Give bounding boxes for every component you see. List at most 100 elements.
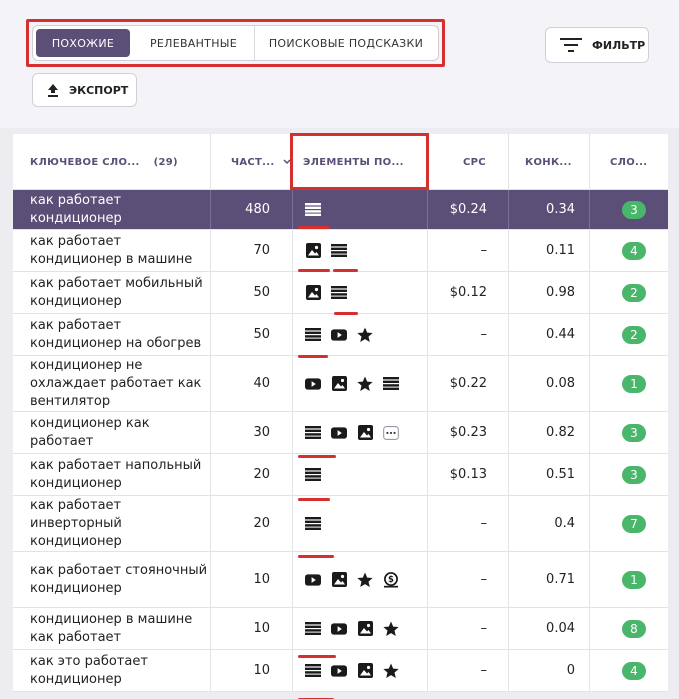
features-cell [305,272,435,313]
image-icon [331,572,347,588]
volume-cell: 30 [253,425,270,440]
column-competition-label: КОНК... [525,156,572,168]
features-cell [305,190,435,229]
difficulty-cell: 1 [616,552,652,607]
difficulty-badge: 3 [622,465,646,484]
table-row[interactable]: как работает кондиционер 480 $0.24 0.34 3 [13,190,668,230]
highlight-underline [334,312,358,315]
volume-cell: 10 [253,572,270,587]
table-row[interactable]: как это работает кондиционер 10 – 0 4 [13,650,668,692]
difficulty-badge: 4 [622,661,646,680]
list-icon [383,376,399,392]
list-icon [331,285,347,301]
video-icon [331,425,347,441]
keyword-cell: как работает кондиционер в машине [30,233,193,267]
list-icon [305,516,321,532]
column-difficulty[interactable]: СЛО... [610,134,647,190]
highlight-underline [298,455,336,458]
column-competition[interactable]: КОНК... [525,134,572,190]
image-icon [305,243,321,259]
difficulty-badge: 8 [622,619,646,638]
tab-group: ПОХОЖИЕ РЕЛЕВАНТНЫЕ ПОИСКОВЫЕ ПОДСКАЗКИ [32,25,439,61]
list-icon [305,467,321,483]
volume-cell: 10 [253,621,270,636]
cpc-cell: $0.13 [449,467,487,482]
highlight-underline [298,355,328,358]
difficulty-cell: 2 [616,314,652,355]
difficulty-badge: 4 [622,241,646,260]
table-row[interactable]: как работает кондиционер на обогрев 50 – 0.… [13,314,668,356]
competition-cell: 0.11 [546,243,575,258]
image-icon [305,285,321,301]
tab-similar[interactable]: ПОХОЖИЕ [36,29,130,57]
list-icon [305,425,321,441]
cpc-cell: – [480,243,488,258]
star-icon [383,621,399,637]
cpc-cell: $0.23 [449,425,487,440]
features-cell [305,230,435,271]
competition-cell: 0.44 [546,327,575,342]
keyword-count: (29) [153,156,178,168]
competition-cell: 0.4 [554,516,575,531]
filter-button[interactable]: ФИЛЬТР [545,27,649,63]
difficulty-cell: 3 [616,454,652,495]
features-cell [305,314,435,355]
table-row[interactable]: как работает мобильный кондиционер 50 $0.1… [13,272,668,314]
keyword-cell: кондиционер в машине как работает [30,611,193,645]
table-row[interactable]: кондиционер в машине как работает 10 – 0.04… [13,608,668,650]
video-icon [331,663,347,679]
table-row[interactable]: как работает напольный кондиционер 20 $0.1… [13,454,668,496]
list-icon [331,243,347,259]
svg-text:$: $ [388,574,394,584]
image-icon [357,425,373,441]
difficulty-cell: 3 [616,412,652,453]
volume-cell: 480 [245,202,270,217]
difficulty-cell: 7 [616,496,652,551]
table-row[interactable]: как работает стояночный кондиционер 10 $ – 0… [13,552,668,608]
table-body: как работает кондиционер 480 $0.24 0.34 3 как… [13,190,668,692]
column-cpc-label: CPC [463,156,486,168]
cpc-cell: $0.22 [449,376,487,391]
competition-cell: 0.82 [546,425,575,440]
features-cell [305,412,435,453]
keyword-cell: как работает напольный кондиционер [30,457,202,491]
features-cell [305,496,435,551]
difficulty-badge: 3 [622,423,646,442]
features-cell [305,356,435,411]
keyword-cell: кондиционер как работает [30,415,150,449]
highlight-underline [298,226,330,229]
column-cpc[interactable]: CPC [463,134,486,190]
export-button[interactable]: ЭКСПОРТ [32,73,137,107]
competition-cell: 0 [566,663,575,678]
competition-cell: 0.08 [546,376,575,391]
list-icon [305,327,321,343]
features-cell [305,608,435,649]
difficulty-cell: 1 [616,356,652,411]
tab-relevant[interactable]: РЕЛЕВАНТНЫЕ [133,26,255,60]
tab-search-suggestions[interactable]: ПОИСКОВЫЕ ПОДСКАЗКИ [255,26,437,60]
list-icon [305,621,321,637]
more-icon[interactable] [383,425,399,441]
column-keyword[interactable]: КЛЮЧЕВОЕ СЛО... (29) [30,134,178,190]
table-row[interactable]: как работает инверторный кондиционер 20 – 0… [13,496,668,552]
image-icon [357,621,373,637]
highlight-underline [298,555,334,558]
difficulty-cell: 3 [616,190,652,229]
video-icon [305,572,321,588]
cpc-cell: – [480,327,488,342]
table-row[interactable]: как работает кондиционер в машине 70 – 0.11… [13,230,668,272]
video-icon [331,327,347,343]
keyword-cell: кондиционер не охлаждает работает как ве… [30,357,202,409]
highlight-underline [298,269,330,272]
table-row[interactable]: кондиционер не охлаждает работает как ве… [13,356,668,412]
highlight-underline [298,655,336,658]
keyword-table: КЛЮЧЕВОЕ СЛО... (29) ЧАСТ... ЭЛЕМЕНТЫ ПО… [13,134,668,692]
keyword-cell: как работает мобильный кондиционер [30,275,203,309]
keyword-cell: как работает кондиционер на обогрев [30,317,202,351]
table-row[interactable]: кондиционер как работает 30 $0.23 0.82 3 [13,412,668,454]
video-icon [305,376,321,392]
column-volume[interactable]: ЧАСТ... [231,134,292,190]
competition-cell: 0.04 [546,621,575,636]
difficulty-badge: 1 [622,570,646,589]
competition-cell: 0.98 [546,285,575,300]
